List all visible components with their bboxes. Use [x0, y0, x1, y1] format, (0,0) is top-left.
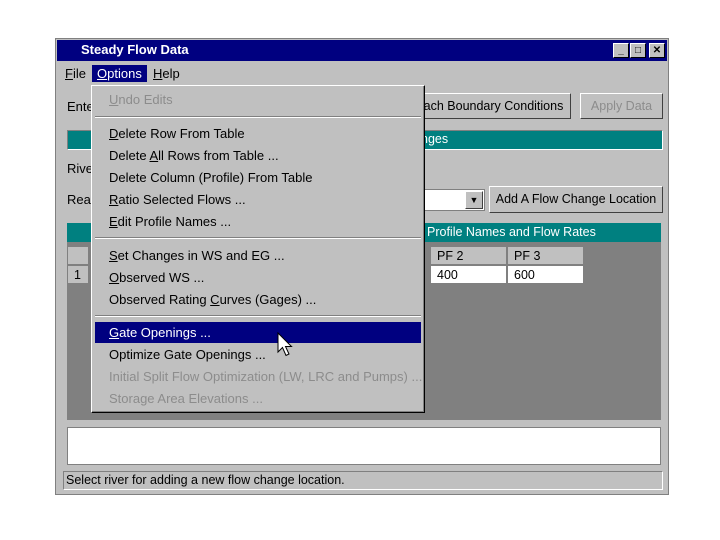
menu-item-delete-all-rows-key: A: [149, 148, 159, 163]
flow-change-bar-text: nges: [421, 132, 449, 146]
table-corner: [67, 246, 89, 265]
menu-item-delete-column-pre: Delete Column (Profile) From Table: [109, 170, 313, 185]
menu-item-observed-rating-curves-pre: Observed Rating: [109, 292, 211, 307]
menu-item-observed-rating-curves[interactable]: Observed Rating Curves (Gages) ...: [95, 289, 421, 310]
menu-item-observed-ws[interactable]: Observed WS ...: [95, 267, 421, 288]
column-header-pf2[interactable]: PF 2: [430, 246, 507, 265]
title-bar[interactable]: Steady Flow Data _ □ ✕: [57, 40, 667, 61]
menu-item-set-changes-key: S: [109, 248, 118, 263]
menu-item-ratio-flows-key: R: [109, 192, 119, 207]
status-bar: Select river for adding a new flow chang…: [63, 471, 663, 490]
description-box[interactable]: [67, 427, 661, 465]
menu-item-split-flow-optimization-pre: Initial Split Flow Optimization (LW, LRC…: [109, 369, 423, 384]
menu-item-split-flow-optimization[interactable]: Initial Split Flow Optimization (LW, LRC…: [95, 366, 423, 387]
menu-item-observed-rating-curves-rest: urves (Gages) ...: [219, 292, 317, 307]
menu-item-undo-edits-rest: ndo Edits: [118, 92, 173, 107]
enter-label: Ente: [67, 99, 94, 114]
menu-item-optimize-gate-openings[interactable]: Optimize Gate Openings ...: [95, 344, 421, 365]
river-label: Rive: [67, 161, 94, 176]
menu-bar: File Options Help: [57, 63, 667, 83]
menu-options-key: O: [97, 66, 108, 81]
menu-item-delete-row-rest: elete Row From Table: [118, 126, 245, 141]
chevron-down-icon[interactable]: ▼: [465, 191, 483, 209]
minimize-button[interactable]: _: [613, 43, 629, 58]
maximize-button[interactable]: □: [630, 43, 646, 58]
menu-item-gate-openings[interactable]: Gate Openings ...: [95, 322, 421, 343]
menu-item-observed-ws-rest: bserved WS ...: [119, 270, 205, 285]
menu-item-ratio-flows-rest: atio Selected Flows ...: [118, 192, 246, 207]
menu-help-key: H: [153, 66, 163, 81]
profile-header-text: Profile Names and Flow Rates: [427, 225, 596, 239]
menu-file-key: F: [65, 66, 73, 81]
menu-item-set-changes-rest: et Changes in WS and EG ...: [117, 248, 285, 263]
menu-separator: [95, 116, 421, 118]
menu-help[interactable]: Help: [148, 65, 185, 82]
menu-item-ratio-flows[interactable]: Ratio Selected Flows ...: [95, 189, 421, 210]
menu-item-delete-all-rows-pre: Delete: [109, 148, 150, 163]
table-cell-pf2[interactable]: 400: [430, 265, 507, 284]
table-row-header[interactable]: 1: [67, 265, 89, 284]
menu-item-optimize-gate-openings-pre: Optimize Gate Openings ...: [109, 347, 266, 362]
reach-boundary-conditions-button[interactable]: ach Boundary Conditions: [416, 93, 571, 119]
menu-file-rest: ile: [72, 66, 86, 81]
reach-select[interactable]: ▼: [421, 189, 485, 211]
menu-item-delete-row[interactable]: Delete Row From Table: [95, 123, 421, 144]
menu-item-undo-edits-key: U: [109, 92, 119, 107]
menu-item-observed-rating-curves-key: C: [210, 292, 220, 307]
close-button[interactable]: ✕: [649, 43, 665, 58]
menu-help-rest: elp: [162, 66, 180, 81]
menu-item-edit-profile-names[interactable]: Edit Profile Names ...: [95, 211, 421, 232]
mouse-pointer-icon: [277, 332, 293, 357]
menu-separator: [95, 315, 421, 317]
menu-item-gate-openings-key: G: [109, 325, 120, 340]
menu-item-delete-row-key: D: [109, 126, 119, 141]
menu-item-gate-openings-rest: ate Openings ...: [119, 325, 211, 340]
table-cell-pf3[interactable]: 600: [507, 265, 584, 284]
window-title: Steady Flow Data: [81, 42, 189, 57]
reach-label: Rea: [67, 192, 91, 207]
menu-separator: [95, 237, 421, 239]
menu-item-delete-all-rows-rest: ll Rows from Table ...: [158, 148, 279, 163]
menu-item-delete-all-rows[interactable]: Delete All Rows from Table ...: [95, 145, 421, 166]
options-dropdown-menu: Undo Edits Delete Row From Table Delete …: [91, 85, 425, 413]
menu-options-rest: ptions: [107, 66, 142, 81]
apply-data-button[interactable]: Apply Data: [580, 93, 663, 119]
add-flow-change-location-button[interactable]: Add A Flow Change Location: [489, 186, 663, 213]
menu-options[interactable]: Options: [92, 65, 147, 82]
menu-item-edit-profile-names-key: E: [109, 214, 118, 229]
menu-item-storage-area-elevations[interactable]: Storage Area Elevations ...: [95, 388, 421, 409]
menu-item-storage-area-elevations-pre: Storage Area Elevations ...: [109, 391, 263, 406]
menu-item-set-changes[interactable]: Set Changes in WS and EG ...: [95, 245, 421, 266]
menu-item-edit-profile-names-rest: dit Profile Names ...: [117, 214, 232, 229]
app-icon: [62, 44, 76, 57]
menu-item-undo-edits[interactable]: Undo Edits: [95, 89, 421, 110]
menu-item-delete-column[interactable]: Delete Column (Profile) From Table: [95, 167, 421, 188]
column-header-pf3[interactable]: PF 3: [507, 246, 584, 265]
menu-file[interactable]: File: [60, 65, 91, 82]
menu-item-observed-ws-key: O: [109, 270, 120, 285]
